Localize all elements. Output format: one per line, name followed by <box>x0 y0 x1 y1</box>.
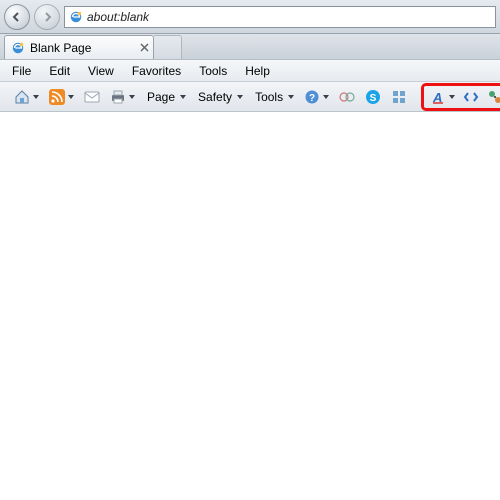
menu-tools[interactable]: Tools <box>191 62 235 80</box>
safety-label: Safety <box>196 90 234 104</box>
svg-text:S: S <box>370 93 377 104</box>
text-style-icon: A <box>430 89 446 105</box>
rss-icon <box>49 89 65 105</box>
view-source-button[interactable] <box>459 85 483 109</box>
command-bar: Page Safety Tools ? S A <box>0 82 500 112</box>
address-bar[interactable] <box>64 6 496 28</box>
address-input[interactable] <box>87 10 491 24</box>
circles-icon <box>339 89 355 105</box>
chevron-down-icon <box>449 95 455 99</box>
ie-icon <box>69 10 83 24</box>
read-mail-button[interactable] <box>80 85 104 109</box>
tab-title: Blank Page <box>30 41 147 55</box>
grid-icon <box>391 89 407 105</box>
dev-tools-button[interactable] <box>483 85 500 109</box>
menu-edit[interactable]: Edit <box>41 62 78 80</box>
chevron-down-icon <box>323 95 329 99</box>
skype-icon: S <box>365 89 381 105</box>
tools-label: Tools <box>253 90 285 104</box>
wrench-gear-icon <box>487 89 500 105</box>
page-content <box>0 112 500 500</box>
text-size-button[interactable]: A <box>426 85 459 109</box>
page-menu-button[interactable]: Page <box>141 85 190 109</box>
home-icon <box>14 89 30 105</box>
chevron-down-icon <box>33 95 39 99</box>
chevron-down-icon <box>129 95 135 99</box>
menu-bar: File Edit View Favorites Tools Help <box>0 60 500 82</box>
tab-close-button[interactable] <box>140 43 149 52</box>
back-button[interactable] <box>4 4 30 30</box>
extension-button-2[interactable] <box>387 85 411 109</box>
chevron-down-icon <box>180 95 186 99</box>
arrow-left-icon <box>11 11 23 23</box>
menu-help[interactable]: Help <box>237 62 278 80</box>
forward-button[interactable] <box>34 4 60 30</box>
chevron-down-icon <box>68 95 74 99</box>
printer-icon <box>110 89 126 105</box>
safety-menu-button[interactable]: Safety <box>192 85 247 109</box>
close-icon <box>140 43 149 52</box>
menu-favorites[interactable]: Favorites <box>124 62 189 80</box>
code-icon <box>463 89 479 105</box>
chevron-down-icon <box>288 95 294 99</box>
page-label: Page <box>145 90 177 104</box>
skype-button[interactable]: S <box>361 85 385 109</box>
menu-view[interactable]: View <box>80 62 122 80</box>
home-button[interactable] <box>10 85 43 109</box>
navigation-bar <box>0 0 500 34</box>
menu-file[interactable]: File <box>4 62 39 80</box>
print-button[interactable] <box>106 85 139 109</box>
tab-active[interactable]: Blank Page <box>4 35 154 59</box>
extension-button-1[interactable] <box>335 85 359 109</box>
arrow-right-icon <box>41 11 53 23</box>
highlighted-tools: A <box>421 83 500 111</box>
chevron-down-icon <box>237 95 243 99</box>
help-button[interactable]: ? <box>300 85 333 109</box>
mail-icon <box>84 89 100 105</box>
help-icon: ? <box>304 89 320 105</box>
tab-strip: Blank Page <box>0 34 500 60</box>
tools-menu-button[interactable]: Tools <box>249 85 298 109</box>
svg-text:?: ? <box>309 93 315 104</box>
new-tab-button[interactable] <box>154 35 182 59</box>
feeds-button[interactable] <box>45 85 78 109</box>
ie-icon <box>11 41 25 55</box>
